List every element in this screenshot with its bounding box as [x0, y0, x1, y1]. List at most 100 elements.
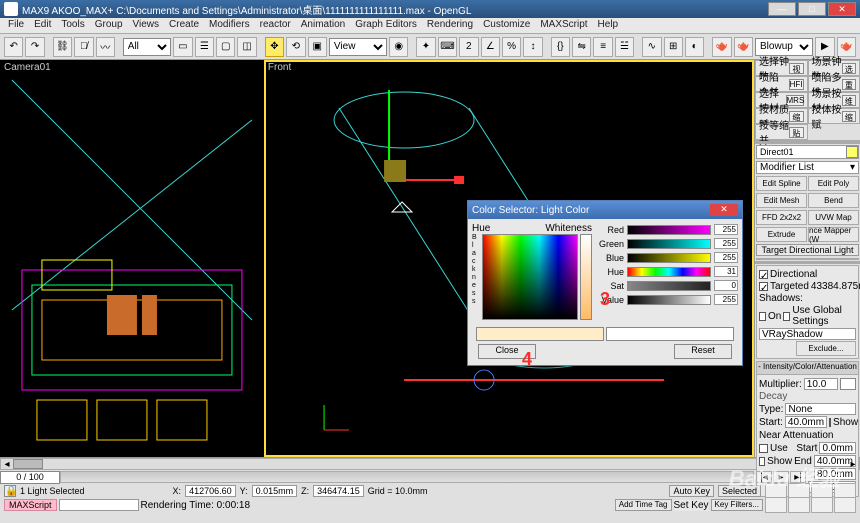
min-max-button[interactable] [834, 497, 856, 513]
display-tab-icon[interactable] [825, 141, 843, 143]
menu-tools[interactable]: Tools [57, 18, 88, 33]
motion-tab-icon[interactable] [808, 141, 826, 143]
menu-graph editors[interactable]: Graph Editors [351, 18, 421, 33]
menu-help[interactable]: Help [594, 18, 623, 33]
green-slider[interactable] [627, 239, 711, 249]
edit-poly-button[interactable]: Edit Poly [808, 176, 859, 191]
menu-edit[interactable]: Edit [30, 18, 55, 33]
close-button[interactable]: ✕ [828, 2, 856, 16]
z-coord-field[interactable]: 346474.15 [313, 485, 364, 497]
light-color-swatch[interactable] [840, 378, 856, 390]
modifier-stack[interactable] [756, 258, 859, 260]
color-close-button[interactable]: Close [478, 344, 536, 359]
modify-tab-icon[interactable] [773, 141, 791, 143]
window-crossing-button[interactable]: ◫ [237, 37, 256, 57]
menu-modifiers[interactable]: Modifiers [205, 18, 254, 33]
arc-rotate-button[interactable] [788, 497, 810, 513]
blue-slider[interactable] [627, 253, 711, 263]
create-tab-icon[interactable] [755, 141, 773, 143]
remove-modifier-icon[interactable] [818, 261, 839, 263]
bind-spacewarp-button[interactable]: 〰 [96, 37, 115, 57]
select-button[interactable]: ▭ [173, 37, 192, 57]
extrude-button[interactable]: Extrude [756, 227, 807, 242]
sat-slider[interactable] [627, 281, 711, 291]
hue-blackness-field[interactable] [482, 234, 579, 320]
configure-sets-icon[interactable] [839, 261, 860, 263]
y-coord-field[interactable]: 0.015mm [252, 485, 298, 497]
object-name-field[interactable]: Direct01 [756, 145, 859, 159]
ext-tab[interactable]: 按体按赋缩 [808, 108, 860, 124]
select-by-name-button[interactable]: ☰ [195, 37, 214, 57]
layers-button[interactable]: ☱ [615, 37, 634, 57]
minilistener[interactable] [59, 499, 139, 511]
near-use-checkbox[interactable] [759, 444, 768, 453]
pin-stack-icon[interactable] [755, 261, 776, 263]
value-slider[interactable] [627, 295, 711, 305]
menu-file[interactable]: File [4, 18, 28, 33]
next-key-button[interactable]: ▸| [790, 471, 806, 483]
near-start-field[interactable]: 0.0mm [819, 442, 856, 454]
setkey-button[interactable]: Set Key [674, 500, 709, 511]
snap-percent-button[interactable]: % [502, 37, 521, 57]
whiteness-slider[interactable] [580, 234, 592, 320]
mirror-button[interactable]: ⇋ [572, 37, 591, 57]
viewport-scrollbar[interactable]: ◂ ▸ [0, 458, 860, 470]
modifier-list-dropdown[interactable]: Modifier List▾ [756, 161, 859, 174]
on-checkbox[interactable]: ✓ [759, 270, 768, 279]
minimize-button[interactable]: — [768, 2, 796, 16]
multiplier-field[interactable]: 10.0 [804, 378, 838, 390]
prev-key-button[interactable]: |◂ [756, 471, 772, 483]
ref-coord-dropdown[interactable]: View [329, 38, 387, 56]
menu-create[interactable]: Create [165, 18, 203, 33]
exclude-button[interactable]: Exclude... [796, 341, 856, 356]
manipulate-button[interactable]: ✦ [416, 37, 435, 57]
align-button[interactable]: ≡ [593, 37, 612, 57]
object-color-swatch[interactable] [846, 146, 858, 158]
spinner-snap-button[interactable]: ↕ [523, 37, 542, 57]
snap-2d-button[interactable]: 2 [459, 37, 478, 57]
ext-tab[interactable]: 按等缩并贴 [755, 124, 808, 140]
render-scene-button[interactable]: 🫖 [712, 37, 731, 57]
bend-button[interactable]: Bend [808, 193, 859, 208]
ncmapper-button[interactable]: nce Mapper (W [808, 227, 859, 242]
select-move-button[interactable]: ✥ [265, 37, 284, 57]
hierarchy-tab-icon[interactable] [790, 141, 808, 143]
menu-views[interactable]: Views [129, 18, 164, 33]
link-button[interactable]: ⛓ [53, 37, 72, 57]
sat-value[interactable]: 0 [714, 280, 738, 291]
maxscript-label[interactable]: MAXScript [4, 499, 57, 511]
keyboard-shortcut-button[interactable]: ⌨ [438, 37, 457, 57]
select-rotate-button[interactable]: ⟲ [286, 37, 305, 57]
track-bar[interactable] [60, 471, 754, 483]
redo-button[interactable]: ↷ [25, 37, 44, 57]
menu-customize[interactable]: Customize [479, 18, 534, 33]
maximize-viewport-button[interactable] [811, 497, 833, 513]
menu-reactor[interactable]: reactor [256, 18, 295, 33]
value-value[interactable]: 255 [714, 294, 738, 305]
select-region-button[interactable]: ▢ [216, 37, 235, 57]
add-time-tag-button[interactable]: Add Time Tag [615, 499, 672, 511]
schematic-view-button[interactable]: ⊞ [664, 37, 683, 57]
unlink-button[interactable]: ⛓̸ [74, 37, 93, 57]
hue-slider[interactable] [627, 267, 711, 277]
menu-maxscript[interactable]: MAXScript [536, 18, 591, 33]
autokey-button[interactable]: Auto Key [669, 485, 714, 497]
decay-type-dropdown[interactable]: None [785, 403, 856, 415]
time-slider[interactable]: 0 / 100 [0, 471, 60, 484]
key-filters-button[interactable]: Key Filters... [711, 499, 763, 511]
global-settings-checkbox[interactable] [783, 312, 790, 321]
dialog-titlebar[interactable]: Color Selector: Light Color ✕ [468, 201, 742, 219]
undo-button[interactable]: ↶ [4, 37, 23, 57]
selected-button[interactable]: Selected [718, 485, 761, 497]
named-sel-button[interactable]: {} [551, 37, 570, 57]
viewport-camera01[interactable]: Camera01 [0, 60, 264, 457]
decay-start-field[interactable]: 40.0mm [785, 416, 827, 428]
utilities-tab-icon[interactable] [843, 141, 860, 143]
shadows-on-checkbox[interactable] [759, 312, 766, 321]
edit-spline-button[interactable]: Edit Spline [756, 176, 807, 191]
blue-value[interactable]: 255 [714, 252, 738, 263]
menu-animation[interactable]: Animation [297, 18, 349, 33]
curve-editor-button[interactable]: ∿ [642, 37, 661, 57]
color-reset-button[interactable]: Reset [674, 344, 732, 359]
uvwmap-button[interactable]: UVW Map [808, 210, 859, 225]
